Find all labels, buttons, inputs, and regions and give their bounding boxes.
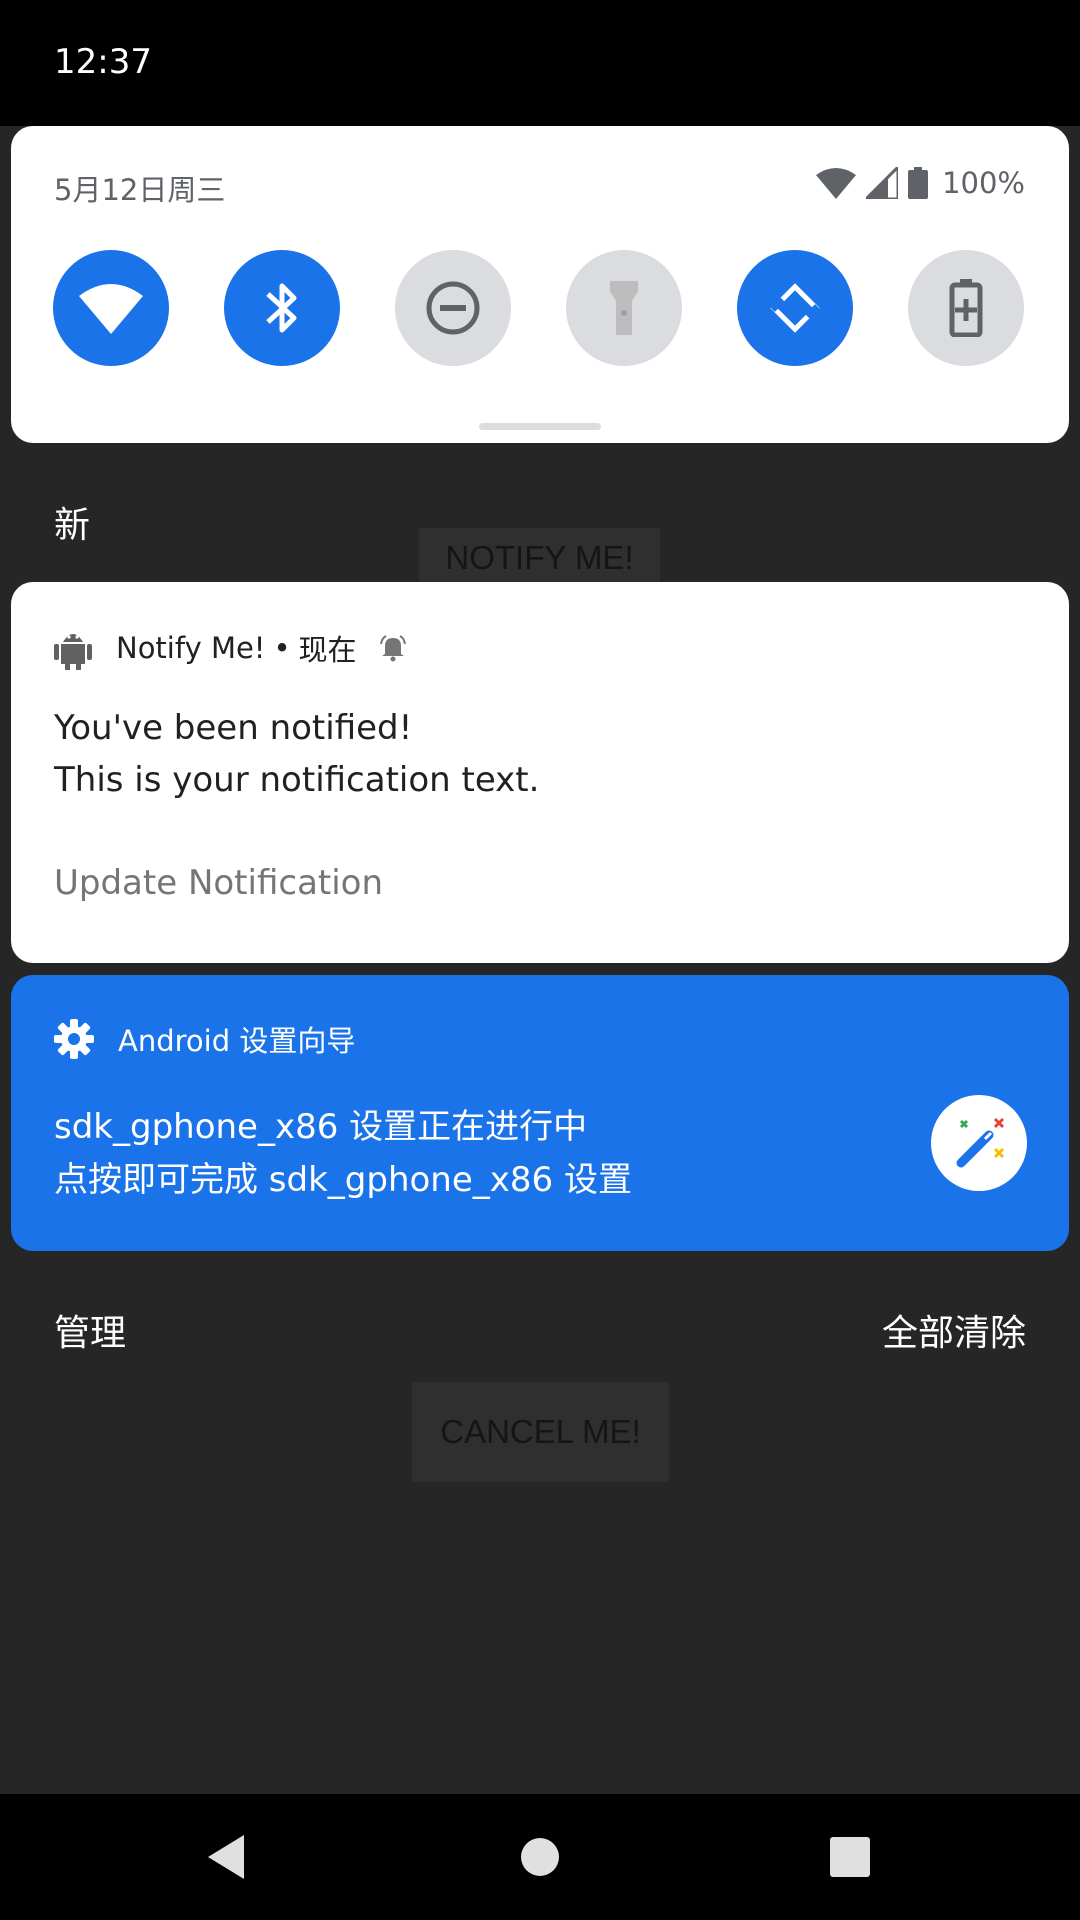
quick-settings-panel: 5月12日周三 100% [11, 126, 1069, 443]
clear-all-button[interactable]: 全部清除 [882, 1304, 1026, 1356]
alerting-bell-icon [379, 635, 406, 662]
wifi-signal-icon [816, 168, 857, 199]
cell-signal-icon [866, 167, 899, 199]
wifi-tile[interactable] [53, 250, 169, 366]
flashlight-tile[interactable] [566, 250, 682, 366]
setup-wizard-notification[interactable]: Android 设置向导 sdk_gphone_x86 设置正在进行中 点按即可… [11, 975, 1069, 1251]
android-icon [54, 634, 92, 670]
setup-notification-text: 点按即可完成 sdk_gphone_x86 设置 [54, 1160, 632, 1200]
notification-header: Notify Me! • 现在 [54, 626, 407, 670]
battery-saver-icon [949, 279, 983, 337]
gear-icon [54, 1019, 94, 1059]
notification-text: This is your notification text. [54, 760, 540, 800]
battery-saver-tile[interactable] [908, 250, 1024, 366]
magic-wand-icon [956, 1117, 1005, 1168]
setup-notification-header: Android 设置向导 [54, 1018, 355, 1060]
manage-button[interactable]: 管理 [54, 1304, 126, 1356]
flashlight-icon [610, 281, 638, 335]
drag-handle[interactable] [479, 423, 601, 430]
bluetooth-icon [266, 283, 297, 333]
bluetooth-tile[interactable] [224, 250, 340, 366]
notify-me-button: NOTIFY ME! [419, 528, 660, 588]
section-label-new: 新 [54, 505, 91, 546]
status-bar: 12:37 [0, 0, 1080, 126]
clock: 12:37 [54, 42, 152, 82]
back-icon [208, 1835, 244, 1879]
navigation-bar [0, 1794, 1080, 1920]
notification-app-name: Notify Me! [116, 631, 266, 665]
battery-icon [908, 167, 929, 199]
battery-percent: 100% [942, 166, 1025, 200]
dnd-tile[interactable] [395, 250, 511, 366]
notification-time: 现在 [298, 633, 357, 667]
recents-icon [830, 1837, 870, 1877]
setup-app-name: Android 设置向导 [118, 1024, 356, 1058]
notification-card[interactable]: Notify Me! • 现在 You've been notified! Th… [11, 582, 1069, 963]
update-notification-action[interactable]: Update Notification [54, 863, 383, 903]
dnd-icon [426, 281, 480, 335]
cancel-me-button[interactable]: CANCEL ME! [412, 1382, 669, 1482]
status-icons: 100% [816, 166, 1025, 200]
home-icon [521, 1838, 559, 1876]
auto-rotate-tile[interactable] [737, 250, 853, 366]
home-button[interactable] [505, 1822, 575, 1892]
back-button[interactable] [191, 1822, 261, 1892]
notification-separator: • [273, 631, 291, 665]
setup-wizard-badge [931, 1095, 1027, 1191]
notification-title: You've been notified! [54, 708, 413, 748]
rotate-icon [769, 283, 821, 333]
date-label: 5月12日周三 [54, 173, 226, 207]
setup-notification-title: sdk_gphone_x86 设置正在进行中 [54, 1107, 588, 1147]
wifi-icon [79, 284, 143, 334]
recents-button[interactable] [815, 1822, 885, 1892]
